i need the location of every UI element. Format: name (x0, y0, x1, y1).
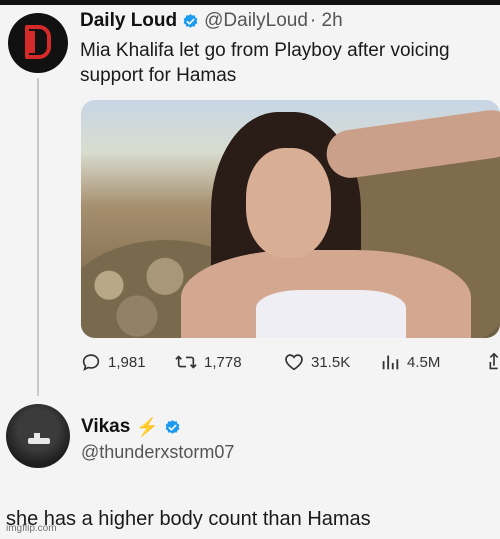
author-name[interactable]: Daily Loud (80, 10, 177, 32)
views-count: 4.5M (407, 353, 441, 371)
daily-loud-avatar[interactable] (8, 13, 68, 73)
author-handle[interactable]: @DailyLoud (204, 10, 308, 32)
reply-author-handle[interactable]: @thunderxstorm07 (81, 442, 234, 463)
reply-icon (82, 354, 100, 371)
share-icon (489, 352, 499, 370)
tweet-text: Mia Khalifa let go from Playboy after vo… (80, 40, 450, 86)
imgflip-watermark: imgflip.com (6, 523, 57, 534)
thread-line (37, 78, 39, 396)
repost-button[interactable]: 1,778 (174, 350, 242, 374)
like-count: 31.5K (311, 353, 351, 371)
reply-count: 1,981 (108, 353, 146, 371)
heart-icon (285, 354, 303, 371)
tweet-time[interactable]: · 2h (310, 10, 343, 32)
logo-stem (29, 31, 35, 53)
repost-count: 1,778 (204, 353, 242, 371)
tweet-header: Daily Loud @DailyLoud · 2h (80, 10, 343, 32)
tweet-actions: 1,981 1,778 31.5K 4.5M (80, 350, 500, 374)
like-button[interactable]: 31.5K (283, 350, 350, 374)
views-icon (382, 355, 399, 370)
verified-badge-icon (165, 419, 180, 434)
views-button[interactable]: 4.5M (379, 350, 440, 374)
reply-author-header: Vikas ⚡ (81, 416, 186, 438)
top-border (0, 0, 500, 5)
verified-badge-icon (183, 13, 198, 28)
photo-face (246, 148, 331, 258)
reply-author-name[interactable]: Vikas (81, 416, 130, 438)
repost-icon (175, 355, 197, 369)
lightning-icon: ⚡ (136, 416, 159, 437)
reply-button[interactable]: 1,981 (80, 350, 146, 374)
photo-top (256, 290, 406, 338)
reply-text: she has a higher body count than Hamas (6, 508, 371, 530)
vikas-avatar[interactable] (6, 404, 70, 468)
tweet-photo[interactable] (81, 100, 500, 338)
avatar-boat (28, 438, 50, 444)
share-button[interactable] (488, 350, 500, 374)
